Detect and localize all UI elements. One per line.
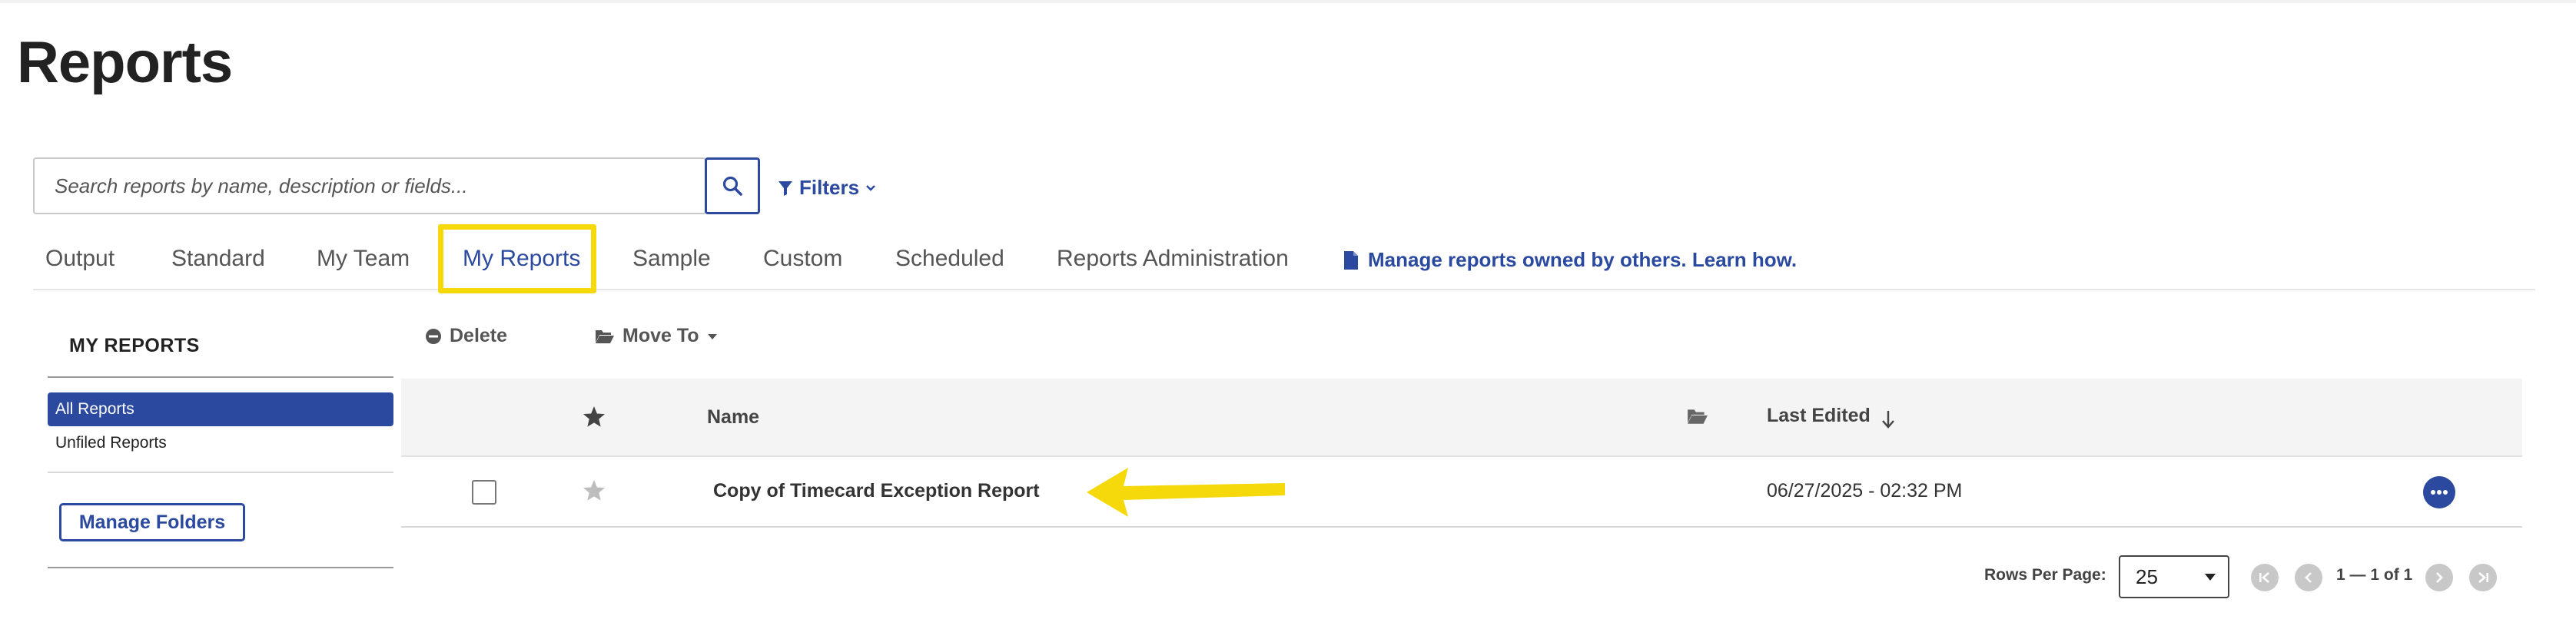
filters-label: Filters bbox=[799, 176, 860, 199]
last-edited-value: 06/27/2025 - 02:32 PM bbox=[1767, 480, 1963, 502]
search-field[interactable] bbox=[33, 157, 706, 214]
sidebar-title: MY REPORTS bbox=[69, 335, 200, 356]
rows-per-page-label: Rows Per Page: bbox=[1984, 566, 2106, 584]
filter-icon bbox=[778, 180, 792, 196]
manage-folders-button[interactable]: Manage Folders bbox=[59, 503, 245, 541]
column-name-header[interactable]: Name bbox=[707, 406, 759, 429]
first-page-button[interactable] bbox=[2251, 564, 2279, 591]
row-actions-button[interactable] bbox=[2423, 476, 2455, 508]
tab-reports-administration[interactable]: Reports Administration bbox=[1057, 246, 1289, 272]
report-name-link[interactable]: Copy of Timecard Exception Report bbox=[713, 480, 1040, 502]
sidebar-item-unfiled-reports[interactable]: Unfiled Reports bbox=[48, 426, 393, 460]
previous-page-button[interactable] bbox=[2295, 564, 2322, 591]
rows-per-page-value: 25 bbox=[2136, 565, 2158, 588]
tab-scheduled[interactable]: Scheduled bbox=[895, 246, 1004, 272]
star-icon[interactable] bbox=[582, 405, 606, 429]
search-button[interactable] bbox=[705, 157, 760, 214]
next-page-button[interactable] bbox=[2425, 564, 2453, 591]
sidebar-item-all-reports[interactable]: All Reports bbox=[48, 392, 393, 426]
search-input[interactable] bbox=[55, 174, 705, 198]
tab-standard[interactable]: Standard bbox=[171, 246, 265, 272]
search-icon bbox=[722, 176, 742, 196]
chevron-down-icon bbox=[866, 184, 875, 191]
caret-down-icon bbox=[2205, 574, 2216, 581]
filters-button[interactable]: Filters bbox=[778, 176, 876, 200]
row-checkbox[interactable] bbox=[472, 480, 496, 505]
last-page-button[interactable] bbox=[2469, 564, 2497, 591]
sidebar-divider bbox=[48, 472, 393, 473]
column-last-edited-header[interactable]: Last Edited bbox=[1767, 405, 1871, 427]
minus-circle-icon bbox=[426, 328, 441, 344]
folder-open-icon bbox=[596, 329, 614, 343]
annotation-arrow-icon bbox=[1087, 468, 1285, 517]
document-icon bbox=[1344, 250, 1358, 270]
folder-open-icon[interactable] bbox=[1687, 408, 1708, 425]
delete-button[interactable]: Delete bbox=[425, 325, 507, 347]
table-row[interactable]: Copy of Timecard Exception Report 06/27/… bbox=[401, 457, 2522, 528]
page-title: Reports bbox=[17, 30, 233, 95]
first-page-icon bbox=[2259, 572, 2269, 583]
manage-reports-link-label: Manage reports owned by others. Learn ho… bbox=[1368, 248, 1798, 271]
sidebar-item-label: Unfiled Reports bbox=[55, 434, 167, 452]
sidebar-divider bbox=[48, 376, 393, 378]
sidebar-item-label: All Reports bbox=[55, 400, 134, 418]
tab-output[interactable]: Output bbox=[45, 246, 115, 272]
table-header: Name Last Edited bbox=[401, 379, 2522, 457]
move-to-button[interactable]: Move To bbox=[595, 325, 718, 347]
manage-reports-link[interactable]: Manage reports owned by others. Learn ho… bbox=[1343, 248, 1797, 272]
delete-label: Delete bbox=[450, 325, 508, 346]
tab-highlight-box bbox=[438, 224, 596, 293]
tab-sample[interactable]: Sample bbox=[632, 246, 711, 272]
sort-arrow-down-icon[interactable] bbox=[1881, 409, 1896, 429]
caret-down-icon bbox=[707, 333, 717, 339]
last-page-icon bbox=[2478, 572, 2488, 583]
report-tabs: Output Standard My Team My Reports Sampl… bbox=[33, 223, 2535, 290]
chevron-right-icon bbox=[2436, 572, 2443, 583]
page-info: 1 — 1 of 1 bbox=[2336, 566, 2413, 584]
move-to-label: Move To bbox=[622, 325, 699, 346]
rows-per-page-select[interactable]: 25 bbox=[2119, 555, 2229, 598]
chevron-left-icon bbox=[2305, 572, 2312, 583]
sidebar-divider bbox=[48, 567, 393, 568]
more-horizontal-icon bbox=[2431, 490, 2448, 495]
top-border bbox=[0, 0, 2576, 3]
tab-my-team[interactable]: My Team bbox=[317, 246, 410, 272]
star-icon[interactable] bbox=[582, 478, 606, 503]
tab-custom[interactable]: Custom bbox=[763, 246, 842, 272]
